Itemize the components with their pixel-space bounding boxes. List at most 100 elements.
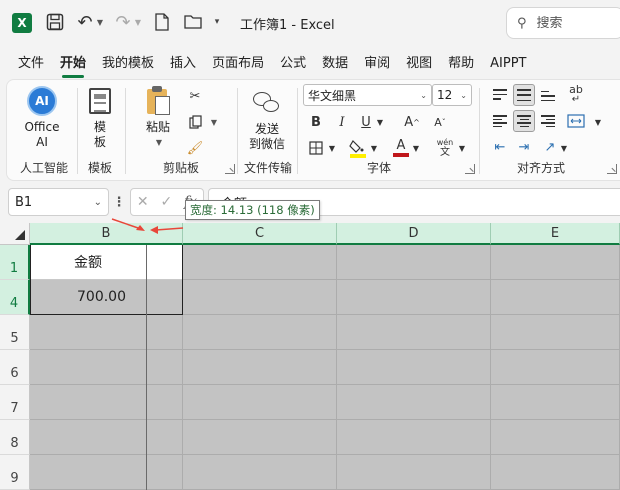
- row-header-8[interactable]: 8: [0, 420, 30, 455]
- tab-data[interactable]: 数据: [314, 50, 356, 78]
- undo-dropdown-icon[interactable]: ▼: [96, 16, 104, 28]
- redo-icon[interactable]: ↷: [114, 12, 132, 33]
- cell-d4[interactable]: [337, 280, 491, 315]
- decrease-indent-icon[interactable]: ⇤: [489, 136, 511, 158]
- undo-icon[interactable]: ↶: [76, 12, 94, 33]
- align-middle-button[interactable]: [513, 84, 535, 106]
- cell-c4[interactable]: [183, 280, 337, 315]
- column-header-c[interactable]: C: [183, 223, 337, 245]
- name-box[interactable]: B1 ⌄: [8, 188, 109, 216]
- phonetic-dropdown-icon[interactable]: ▼: [457, 140, 467, 156]
- formula-bar-more-icon[interactable]: ⋮: [113, 194, 126, 210]
- tab-my-templates[interactable]: 我的模板: [94, 50, 162, 78]
- clipboard-launcher-icon[interactable]: [225, 164, 235, 174]
- row-header-1[interactable]: 1: [0, 245, 30, 280]
- tab-view[interactable]: 视图: [398, 50, 440, 78]
- row-header-6[interactable]: 6: [0, 350, 30, 385]
- template-button[interactable]: 模 板: [83, 88, 117, 150]
- align-right-button[interactable]: [537, 110, 559, 132]
- tab-file[interactable]: 文件: [10, 50, 52, 78]
- new-file-icon[interactable]: [155, 13, 169, 31]
- cell-e9[interactable]: [491, 455, 620, 490]
- cell-b6-right[interactable]: [147, 350, 183, 385]
- cell-b8[interactable]: [30, 420, 147, 455]
- borders-dropdown-icon[interactable]: ▼: [327, 140, 337, 156]
- align-top-button[interactable]: [489, 84, 511, 106]
- row-header-9[interactable]: 9: [0, 455, 30, 490]
- cell-b8-right[interactable]: [147, 420, 183, 455]
- fill-color-button[interactable]: [347, 136, 369, 160]
- tab-review[interactable]: 审阅: [356, 50, 398, 78]
- search-input[interactable]: [536, 15, 607, 31]
- column-header-d[interactable]: D: [337, 223, 491, 245]
- tab-aippt[interactable]: AIPPT: [482, 50, 534, 78]
- cell-e7[interactable]: [491, 385, 620, 420]
- cell-c1[interactable]: [183, 245, 337, 280]
- cell-e1[interactable]: [491, 245, 620, 280]
- cell-e5[interactable]: [491, 315, 620, 350]
- open-folder-icon[interactable]: [184, 14, 202, 29]
- column-header-b[interactable]: B: [30, 223, 183, 245]
- merge-center-icon[interactable]: [565, 110, 587, 132]
- font-color-dropdown-icon[interactable]: ▼: [411, 140, 421, 156]
- italic-button[interactable]: I: [333, 112, 351, 132]
- cell-c8[interactable]: [183, 420, 337, 455]
- borders-icon[interactable]: [307, 138, 325, 158]
- cut-icon[interactable]: ✂: [185, 86, 205, 106]
- cell-d1[interactable]: [337, 245, 491, 280]
- font-size-select[interactable]: 12 ⌄: [432, 84, 472, 106]
- cell-c7[interactable]: [183, 385, 337, 420]
- phonetic-guide-button[interactable]: wén 文: [435, 136, 455, 160]
- cell-b6[interactable]: [30, 350, 147, 385]
- align-left-button[interactable]: [489, 110, 511, 132]
- font-color-button[interactable]: A: [391, 136, 411, 160]
- cell-e4[interactable]: [491, 280, 620, 315]
- row-header-5[interactable]: 5: [0, 315, 30, 350]
- cell-c6[interactable]: [183, 350, 337, 385]
- cell-c9[interactable]: [183, 455, 337, 490]
- alignment-launcher-icon[interactable]: [607, 164, 617, 174]
- orientation-icon[interactable]: ↗: [539, 136, 561, 158]
- increase-font-button[interactable]: A ^: [403, 112, 421, 132]
- cell-d8[interactable]: [337, 420, 491, 455]
- save-icon[interactable]: [46, 13, 64, 31]
- decrease-font-button[interactable]: Aˇ: [431, 112, 449, 132]
- cell-b9[interactable]: [30, 455, 147, 490]
- cell-b7[interactable]: [30, 385, 147, 420]
- paste-dropdown-icon[interactable]: ▼: [156, 135, 162, 150]
- paste-button[interactable]: 粘贴 ▼: [141, 86, 175, 150]
- search-box[interactable]: ⚲: [506, 7, 620, 39]
- tab-page-layout[interactable]: 页面布局: [204, 50, 272, 78]
- cell-d5[interactable]: [337, 315, 491, 350]
- send-to-wechat-button[interactable]: 发送 到微信: [245, 90, 289, 152]
- font-launcher-icon[interactable]: [465, 164, 475, 174]
- copy-dropdown-icon[interactable]: ▼: [211, 118, 217, 127]
- enter-icon[interactable]: ✓: [160, 194, 172, 210]
- column-header-e[interactable]: E: [491, 223, 620, 245]
- bold-button[interactable]: B: [307, 112, 325, 132]
- copy-button[interactable]: ▼: [183, 112, 223, 132]
- cell-b4[interactable]: 700.00: [30, 280, 147, 315]
- row-header-4[interactable]: 4: [0, 280, 30, 315]
- tab-home[interactable]: 开始: [52, 50, 94, 78]
- underline-button[interactable]: U: [357, 112, 375, 132]
- fill-color-dropdown-icon[interactable]: ▼: [369, 140, 379, 156]
- font-name-select[interactable]: 华文细黑 ⌄: [303, 84, 432, 106]
- tab-help[interactable]: 帮助: [440, 50, 482, 78]
- row-header-7[interactable]: 7: [0, 385, 30, 420]
- tab-formulas[interactable]: 公式: [272, 50, 314, 78]
- cell-e6[interactable]: [491, 350, 620, 385]
- redo-dropdown-icon[interactable]: ▼: [134, 16, 142, 28]
- cell-b1[interactable]: 金额: [30, 245, 147, 280]
- cell-b9-right[interactable]: [147, 455, 183, 490]
- cancel-icon[interactable]: ✕: [137, 194, 149, 210]
- format-painter-icon[interactable]: 🖌: [185, 138, 205, 158]
- underline-dropdown-icon[interactable]: ▼: [375, 114, 385, 130]
- cell-d7[interactable]: [337, 385, 491, 420]
- cell-b5-right[interactable]: [147, 315, 183, 350]
- cell-d9[interactable]: [337, 455, 491, 490]
- cell-b5[interactable]: [30, 315, 147, 350]
- cell-c5[interactable]: [183, 315, 337, 350]
- select-all-button[interactable]: [0, 223, 30, 245]
- align-center-button[interactable]: [513, 110, 535, 132]
